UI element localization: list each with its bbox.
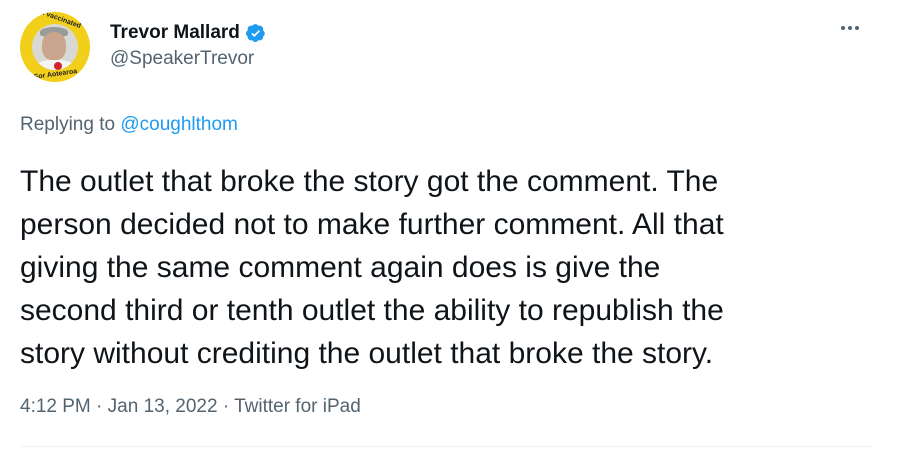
tweet-metadata: 4:12 PM · Jan 13, 2022 · Twitter for iPa… (20, 396, 361, 418)
face (42, 32, 66, 60)
badge (54, 62, 62, 70)
tweet-text-line: person decided not to make further comme… (20, 208, 724, 241)
more-options-button[interactable] (836, 18, 864, 38)
tweet-text: The outlet that broke the story got the … (20, 160, 880, 375)
author-identity: Trevor Mallard @SpeakerTrevor (110, 22, 266, 70)
tweet-text-line: story without crediting the outlet that … (20, 337, 714, 370)
author-handle[interactable]: @SpeakerTrevor (110, 48, 266, 70)
tweet-source[interactable]: Twitter for iPad (234, 396, 361, 417)
tweet-date[interactable]: Jan 13, 2022 (108, 396, 218, 417)
avatar[interactable]: I'm vaccinated For Aotearoa (20, 12, 90, 82)
display-name[interactable]: Trevor Mallard (110, 22, 240, 44)
meta-separator: · (96, 396, 103, 417)
more-icon-dot (848, 26, 852, 30)
tweet: I'm vaccinated For Aotearoa Trevor Malla… (0, 0, 900, 460)
replying-to: Replying to @coughlthom (20, 114, 238, 136)
tweet-text-line: second third or tenth outlet the ability… (20, 294, 724, 327)
tweet-header: I'm vaccinated For Aotearoa Trevor Malla… (20, 12, 266, 82)
tweet-time[interactable]: 4:12 PM (20, 396, 91, 417)
verified-badge-icon (245, 24, 265, 42)
tweet-text-line: The outlet that broke the story got the … (20, 165, 719, 198)
more-icon-dot (841, 26, 845, 30)
reply-mention-link[interactable]: @coughlthom (120, 114, 238, 135)
profile-photo-icon (32, 24, 78, 70)
more-icon-dot (855, 26, 859, 30)
tweet-text-line: giving the same comment again does is gi… (20, 251, 661, 284)
meta-separator: · (222, 396, 230, 417)
replying-to-label: Replying to (20, 114, 116, 135)
divider (20, 446, 872, 447)
name-row: Trevor Mallard (110, 22, 266, 44)
